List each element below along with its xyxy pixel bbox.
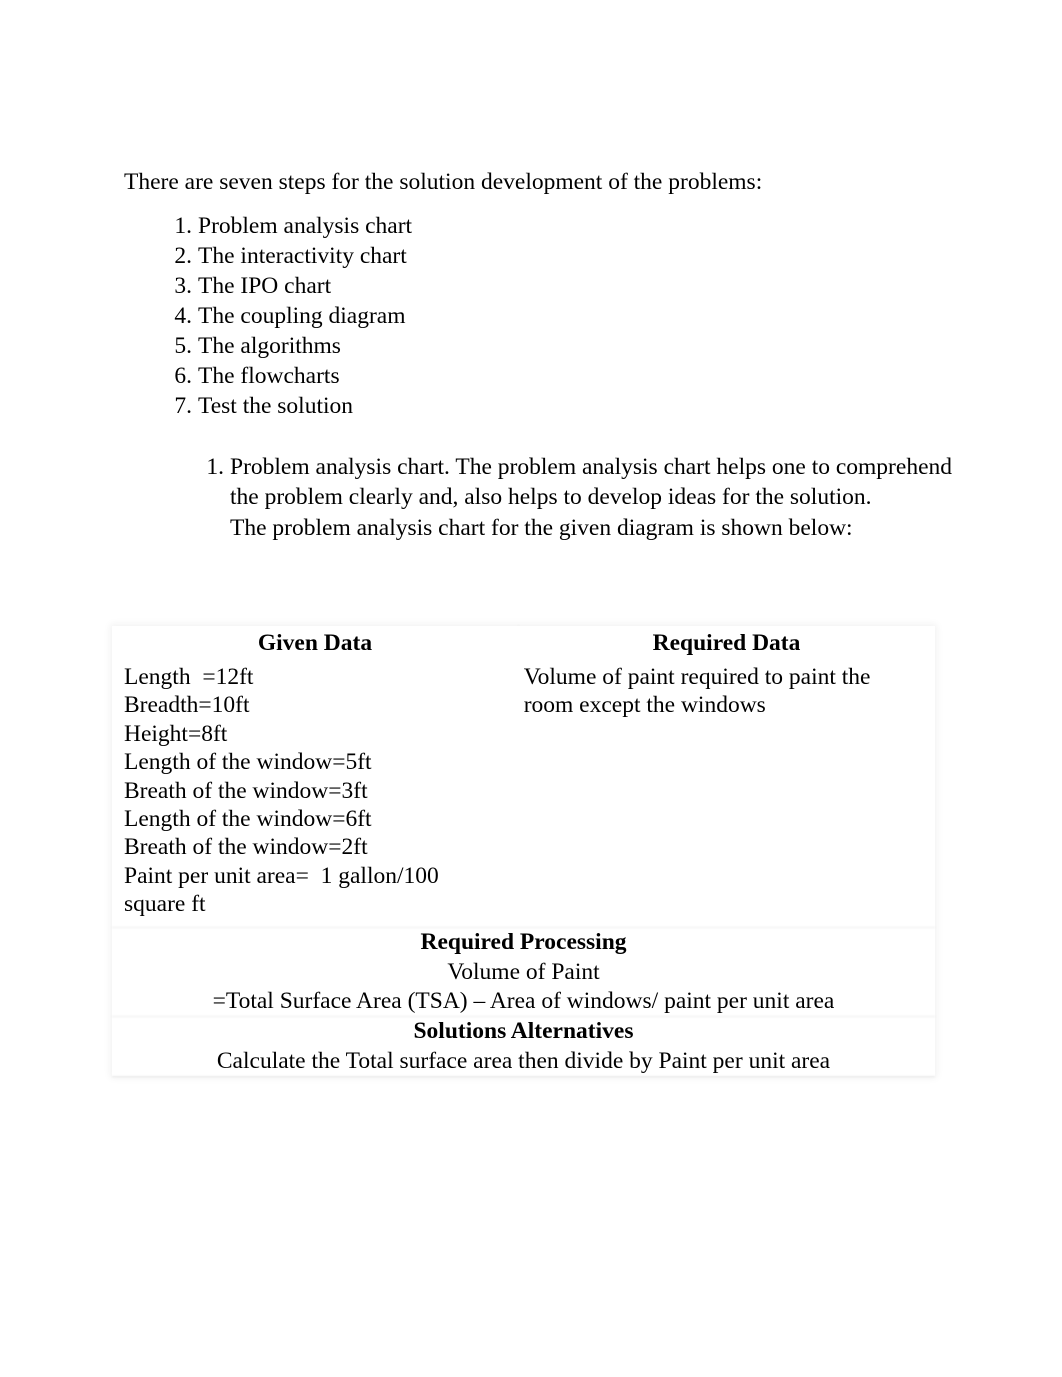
list-item-number: 2. bbox=[174, 243, 192, 269]
given-data-line: Length of the window=6ft bbox=[124, 806, 372, 833]
cell-solutions-alternatives: Solutions Alternatives Calculate the Tot… bbox=[112, 1015, 935, 1077]
required-data-line: Volume of paint required to paint the bbox=[523, 664, 871, 690]
given-data-line: Breath of the window=2ft bbox=[124, 834, 368, 861]
list-item: 4. The coupling diagram bbox=[124, 301, 824, 331]
document-page: There are seven steps for the solution d… bbox=[0, 0, 1062, 1377]
list-item-number: 6. bbox=[174, 363, 192, 389]
required-processing-title: Required Processing bbox=[420, 928, 627, 955]
given-data-line: square ft bbox=[124, 891, 206, 918]
list-item: 7. Test the solution bbox=[124, 391, 824, 421]
list-item: 3. The IPO chart bbox=[124, 271, 824, 301]
list-item-label: Problem analysis chart bbox=[198, 213, 413, 239]
table-two-column-band: Given Data Required Data Length =12ft Br… bbox=[112, 626, 935, 927]
steps-list: 1. Problem analysis chart 2. The interac… bbox=[124, 211, 824, 421]
detail-list: 1. Problem analysis chart. The problem a… bbox=[124, 452, 954, 543]
list-item: 2. The interactivity chart bbox=[124, 241, 824, 271]
required-data-line: room except the windows bbox=[523, 692, 766, 719]
header-required-data: Required Data bbox=[518, 626, 935, 662]
given-data-line: Paint per unit area= 1 gallon/100 bbox=[124, 862, 439, 889]
cell-required-data: Volume of paint required to paint the ro… bbox=[514, 662, 935, 927]
required-processing-line: Volume of Paint bbox=[447, 958, 600, 985]
list-item: 1. Problem analysis chart. The problem a… bbox=[124, 452, 954, 543]
list-item-label: The IPO chart bbox=[198, 273, 332, 299]
cell-given-data: Length =12ft Breadth=10ft Height=8ft Len… bbox=[112, 662, 515, 927]
list-item-label: The interactivity chart bbox=[198, 243, 407, 269]
table-body-row: Length =12ft Breadth=10ft Height=8ft Len… bbox=[112, 662, 935, 927]
detail-followup: The problem analysis chart for the given… bbox=[230, 514, 853, 541]
intro-paragraph: There are seven steps for the solution d… bbox=[124, 169, 763, 195]
detail-paragraph: Problem analysis chart. The problem anal… bbox=[230, 454, 952, 511]
given-data-line: Length of the window=5ft bbox=[124, 749, 372, 776]
list-item-label: The coupling diagram bbox=[198, 303, 406, 329]
given-data-line: Breath of the window=3ft bbox=[124, 777, 368, 804]
list-item: 1. Problem analysis chart bbox=[124, 211, 824, 241]
given-data-line: Breadth=10ft bbox=[124, 692, 250, 719]
list-item-number: 4. bbox=[174, 303, 192, 329]
list-item-number: 5. bbox=[174, 333, 192, 359]
solutions-alternatives-title: Solutions Alternatives bbox=[413, 1017, 634, 1044]
list-item-label: The algorithms bbox=[198, 333, 341, 359]
list-item-number: 3. bbox=[174, 273, 192, 299]
cell-required-processing: Required Processing Volume of Paint =Tot… bbox=[112, 926, 935, 1016]
problem-analysis-chart-table: Given Data Required Data Length =12ft Br… bbox=[112, 626, 935, 1077]
list-item: 5. The algorithms bbox=[124, 331, 824, 361]
required-processing-line: =Total Surface Area (TSA) – Area of wind… bbox=[212, 987, 835, 1014]
given-data-line: Length =12ft bbox=[124, 664, 254, 690]
list-item-number: 1. bbox=[174, 213, 192, 239]
solutions-alternatives-line: Calculate the Total surface area then di… bbox=[216, 1047, 831, 1074]
list-item-label: Test the solution bbox=[198, 393, 354, 419]
list-item-number: 1. bbox=[206, 454, 224, 480]
given-data-line: Height=8ft bbox=[124, 720, 228, 747]
header-given-data: Given Data bbox=[112, 626, 518, 662]
table-header-row: Given Data Required Data bbox=[112, 626, 935, 662]
list-item-number: 7. bbox=[174, 393, 192, 419]
list-item: 6. The flowcharts bbox=[124, 361, 824, 391]
list-item-label: The flowcharts bbox=[198, 363, 340, 389]
